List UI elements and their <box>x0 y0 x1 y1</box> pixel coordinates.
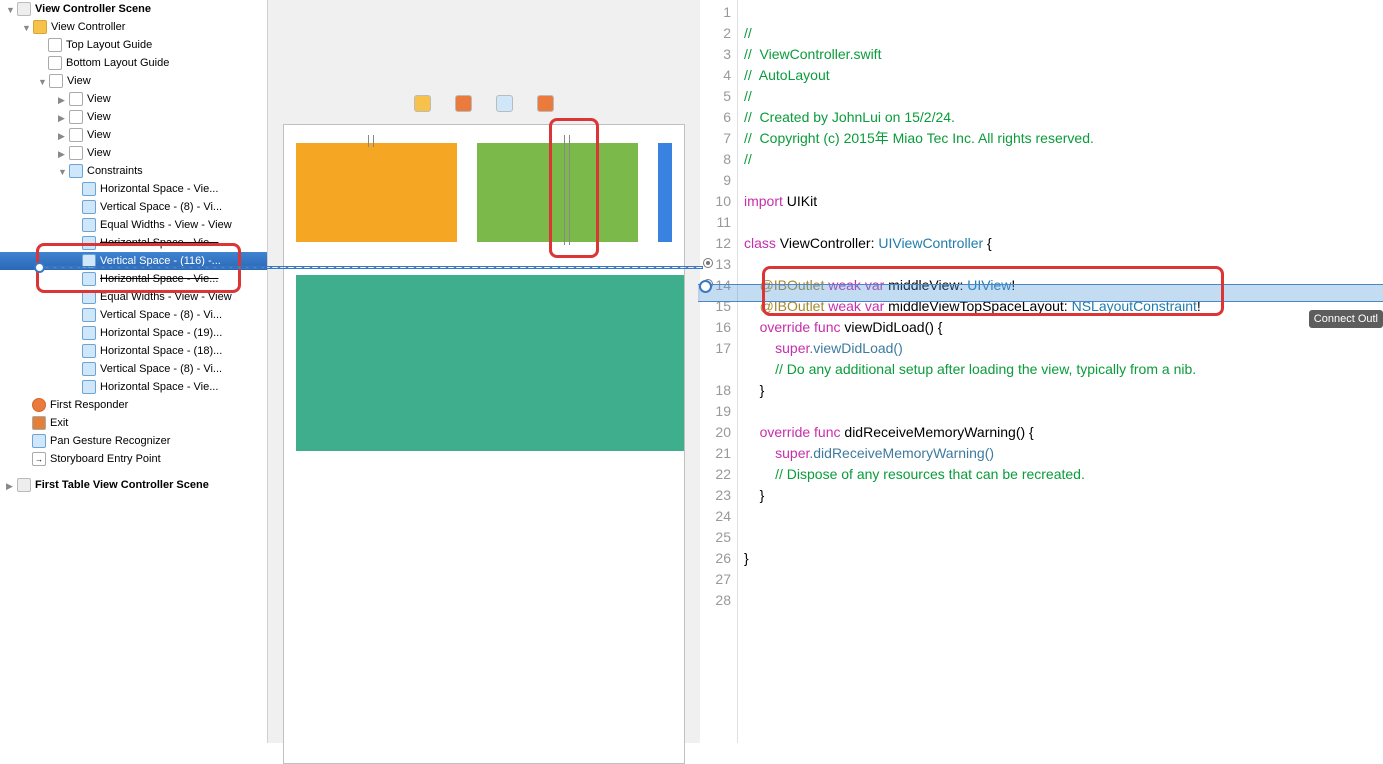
exit-canvas-icon[interactable] <box>537 95 554 112</box>
constraint-icon <box>82 326 96 340</box>
constraint-icon <box>82 200 96 214</box>
subview-row[interactable]: View <box>0 144 267 162</box>
constraint-row[interactable]: Horizontal Space - (18)... <box>0 342 267 360</box>
subview-row[interactable]: View <box>0 108 267 126</box>
connection-tooltip: Connect Outl <box>1309 310 1383 328</box>
constraint-row[interactable]: Horizontal Space - Vie... <box>0 378 267 396</box>
tlg-row[interactable]: Top Layout Guide <box>0 36 267 54</box>
subview-row[interactable]: View <box>0 126 267 144</box>
scene-row[interactable]: View Controller Scene <box>0 0 267 18</box>
view-icon <box>69 146 83 160</box>
constraint-row[interactable]: Vertical Space - (8) - Vi... <box>0 360 267 378</box>
device-frame[interactable] <box>283 124 685 764</box>
scene-icon <box>17 2 31 16</box>
entry-point-row[interactable]: →Storyboard Entry Point <box>0 450 267 468</box>
first-responder-icon <box>32 398 46 412</box>
outlet-connector[interactable] <box>703 258 713 268</box>
gesture-icon <box>32 434 46 448</box>
constraint-row[interactable]: Horizontal Space - (19)... <box>0 324 267 342</box>
constraint-icon <box>82 290 96 304</box>
constraint-row[interactable]: Vertical Space - (8) - Vi... <box>0 198 267 216</box>
source-editor[interactable]: 1234567891011121314151617 18192021222324… <box>700 0 1383 743</box>
subview-row[interactable]: View <box>0 90 267 108</box>
view-icon <box>69 92 83 106</box>
exit-row[interactable]: Exit <box>0 414 267 432</box>
exit-icon <box>32 416 46 430</box>
first-responder-row[interactable]: First Responder <box>0 396 267 414</box>
constraint-row[interactable]: Horizontal Space - Vie... <box>0 234 267 252</box>
gesture-canvas-icon[interactable] <box>496 95 513 112</box>
vc-canvas-icon[interactable] <box>414 95 431 112</box>
arrow-icon: → <box>32 452 46 466</box>
interface-builder-canvas[interactable] <box>268 0 700 743</box>
constraint-icon <box>82 272 96 286</box>
connection-drag-line <box>37 266 703 269</box>
guide-icon <box>48 56 62 70</box>
annotation-box-code <box>762 266 1224 316</box>
constraint-row[interactable]: Equal Widths - View - View <box>0 216 267 234</box>
constraint-row[interactable]: Horizontal Space - Vie... <box>0 180 267 198</box>
view-icon <box>69 110 83 124</box>
scene-label: View Controller Scene <box>35 3 151 15</box>
fr-canvas-icon[interactable] <box>455 95 472 112</box>
view-icon <box>69 128 83 142</box>
constraints-row[interactable]: Constraints <box>0 162 267 180</box>
controller-icon <box>33 20 47 34</box>
constraint-icon <box>82 308 96 322</box>
constraint-icon <box>82 380 96 394</box>
pgr-row[interactable]: Pan Gesture Recognizer <box>0 432 267 450</box>
constraint-icon <box>82 344 96 358</box>
constraint-icon <box>82 362 96 376</box>
constraints-icon <box>69 164 83 178</box>
canvas-toolbar <box>414 95 554 112</box>
connection-drag-origin <box>34 262 45 273</box>
constraint-indicator <box>368 135 374 147</box>
orange-view[interactable] <box>296 143 457 242</box>
connection-drop-anchor <box>699 280 712 293</box>
teal-view[interactable] <box>296 275 684 451</box>
view-row[interactable]: View <box>0 72 267 90</box>
annotation-box-canvas <box>549 118 599 258</box>
view-icon <box>49 74 63 88</box>
scene2-row[interactable]: First Table View Controller Scene <box>0 476 267 494</box>
vc-label: View Controller <box>51 21 125 33</box>
code-content[interactable]: // // ViewController.swift // AutoLayout… <box>738 0 1383 743</box>
constraint-icon <box>82 182 96 196</box>
guide-icon <box>48 38 62 52</box>
vc-row[interactable]: View Controller <box>0 18 267 36</box>
constraint-icon <box>82 236 96 250</box>
constraint-row[interactable]: Vertical Space - (8) - Vi... <box>0 306 267 324</box>
constraint-icon <box>82 218 96 232</box>
line-gutter: 1234567891011121314151617 18192021222324… <box>700 0 738 743</box>
blg-row[interactable]: Bottom Layout Guide <box>0 54 267 72</box>
constraint-row[interactable]: Equal Widths - View - View <box>0 288 267 306</box>
document-outline[interactable]: View Controller Scene View Controller To… <box>0 0 268 743</box>
scene-icon <box>17 478 31 492</box>
blue-view[interactable] <box>658 143 672 242</box>
